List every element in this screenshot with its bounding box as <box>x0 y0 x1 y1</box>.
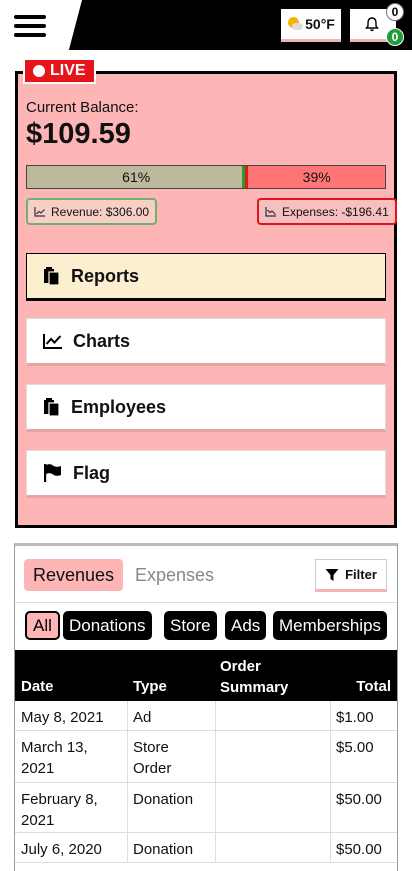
column-header-type: Type <box>133 678 167 695</box>
employees-button[interactable]: Employees <box>26 384 386 432</box>
table-row[interactable]: July 6, 2020 Donation $50.00 <box>15 833 397 863</box>
filter-icon <box>325 568 339 581</box>
live-label: LIVE <box>50 62 86 79</box>
reports-button[interactable]: Reports <box>26 253 386 301</box>
row-type: Ad <box>133 709 152 726</box>
bell-icon <box>365 17 379 32</box>
column-header-total: Total <box>356 678 391 695</box>
revenue-percent: 61% <box>122 169 151 185</box>
live-dot-icon <box>33 65 45 77</box>
balance-amount: $109.59 <box>26 118 131 150</box>
status-count-badge: 0 <box>386 28 404 46</box>
revenue-summary-pill: Revenue: $306.00 <box>26 198 158 225</box>
revenue-expense-bar: 61% 39% <box>26 165 386 189</box>
table-row[interactable]: February 8, 2021 Donation $50.00 <box>15 783 397 833</box>
revenue-summary-text: Revenue: $306.00 <box>51 204 150 219</box>
charts-button[interactable]: Charts <box>26 318 386 366</box>
chip-all[interactable]: All <box>25 611 60 640</box>
column-header-date: Date <box>21 678 54 695</box>
table-row[interactable]: May 8, 2021 Ad $1.00 <box>15 701 397 731</box>
expense-segment: 39% <box>245 166 385 188</box>
expense-summary-text: Expenses: -$196.41 <box>282 204 389 219</box>
row-type: Donation <box>133 791 194 808</box>
row-date: May 8, 2021 <box>21 709 104 726</box>
row-date: February 8, 2021 <box>21 791 98 829</box>
tabs-divider <box>15 602 397 603</box>
row-total: $50.00 <box>336 791 382 808</box>
chip-ads[interactable]: Ads <box>225 611 267 640</box>
weather-temperature: 50°F <box>305 16 335 32</box>
row-total: $5.00 <box>336 739 374 756</box>
row-type: Store Order <box>133 739 172 777</box>
flag-icon <box>44 464 61 482</box>
row-date: March 13, 2021 <box>21 739 88 777</box>
expense-summary-pill: Expenses: -$196.41 <box>257 198 397 225</box>
row-total: $1.00 <box>336 709 374 726</box>
chip-memberships[interactable]: Memberships <box>273 611 388 640</box>
clipboard-icon <box>44 267 60 286</box>
balance-label: Current Balance: <box>26 99 139 116</box>
column-header-order-summary: Order Summary <box>220 658 289 696</box>
row-type: Donation <box>133 841 194 858</box>
charts-label: Charts <box>73 330 131 351</box>
notification-count-badge: 0 <box>386 3 404 21</box>
chip-store[interactable]: Store <box>164 611 217 640</box>
trend-up-icon <box>34 206 45 217</box>
employees-label: Employees <box>71 396 167 417</box>
live-badge: LIVE <box>23 58 96 84</box>
chip-donations[interactable]: Donations <box>63 611 152 640</box>
expense-percent: 39% <box>302 169 331 185</box>
row-total: $50.00 <box>336 841 382 858</box>
top-bar: 50°F <box>0 0 412 50</box>
weather-widget[interactable]: 50°F <box>281 9 341 42</box>
tab-expenses[interactable]: Expenses <box>126 559 223 591</box>
flag-button[interactable]: Flag <box>26 450 386 498</box>
flag-label: Flag <box>73 462 111 483</box>
clipboard-icon <box>44 398 60 417</box>
row-date: July 6, 2020 <box>21 841 102 858</box>
trend-down-icon <box>265 206 276 217</box>
hamburger-menu-icon[interactable] <box>14 15 46 37</box>
line-chart-icon <box>43 334 62 349</box>
reports-label: Reports <box>71 265 140 286</box>
revenue-segment: 61% <box>27 166 246 188</box>
partly-sunny-icon <box>287 16 304 32</box>
table-header: Date Type Order Summary Total <box>15 650 397 701</box>
filter-button[interactable]: Filter <box>315 559 387 592</box>
filter-label: Filter <box>345 567 377 582</box>
tab-revenues[interactable]: Revenues <box>24 559 124 591</box>
table-row[interactable]: March 13, 2021 Store Order $5.00 <box>15 731 397 783</box>
